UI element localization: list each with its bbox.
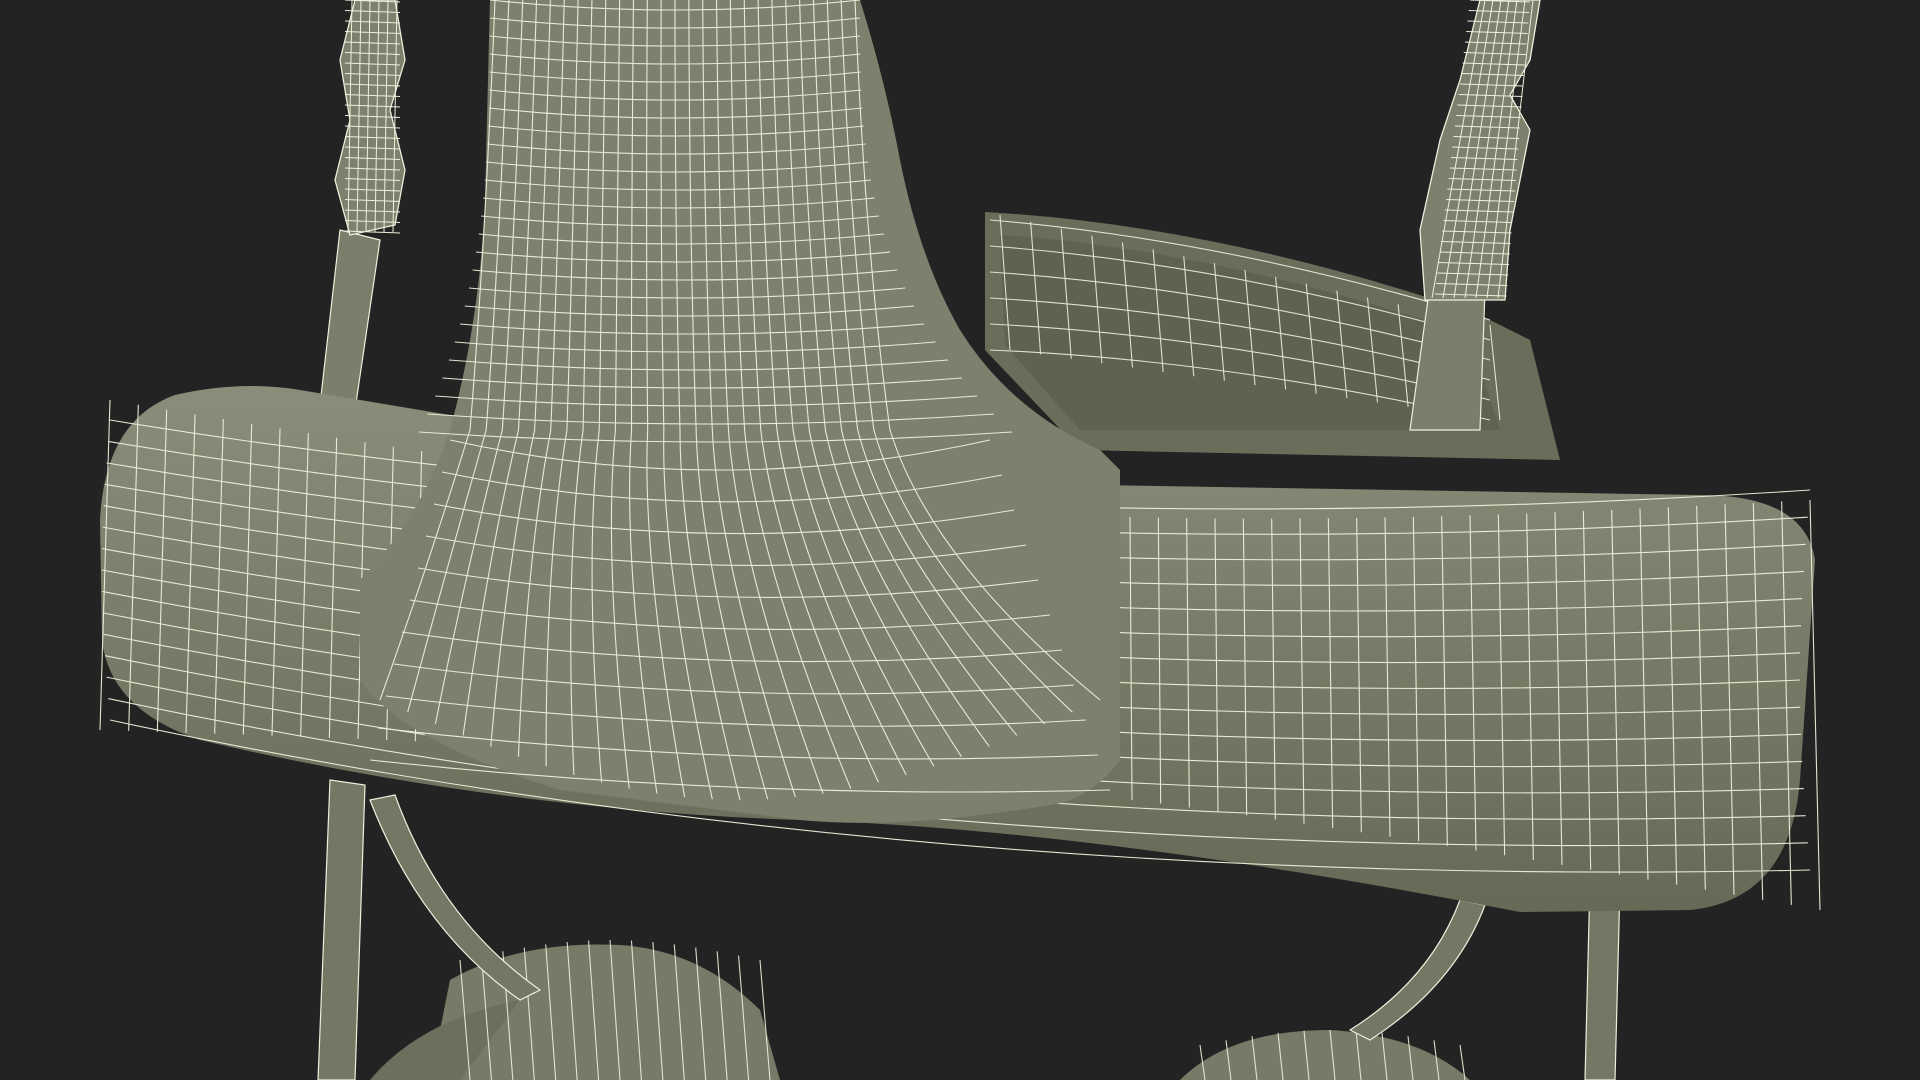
wireframe-render-viewport: [0, 0, 1920, 1080]
